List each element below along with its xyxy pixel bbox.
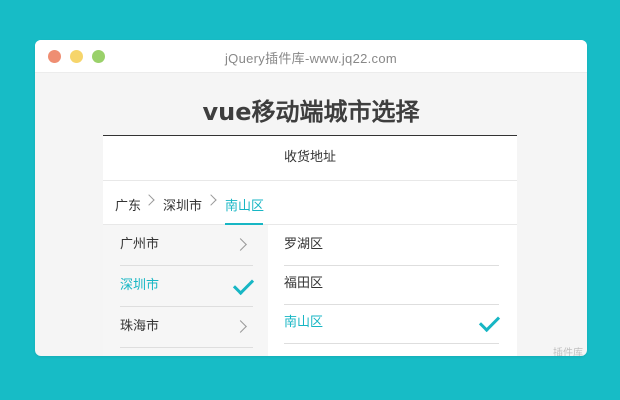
browser-window: jQuery插件库-www.jq22.com vue移动端城市选择 收货地址 广… bbox=[35, 40, 587, 356]
breadcrumb-district[interactable]: 南山区 bbox=[225, 195, 264, 214]
watermark-subtext: 插件库 bbox=[553, 346, 583, 356]
window-title: jQuery插件库-www.jq22.com bbox=[224, 51, 398, 66]
chevron-right-icon bbox=[143, 194, 155, 206]
district-item-label: 罗湖区 bbox=[284, 237, 324, 252]
district-item-nanshan[interactable]: 南山区 bbox=[284, 303, 501, 344]
district-item-label: 福田区 bbox=[284, 276, 324, 291]
city-picker-panel: 收货地址 广东 深圳市 南山区 广州市 深圳市 珠海市 罗湖区 福田区 南山区 bbox=[103, 135, 517, 356]
city-item-label: 广州市 bbox=[120, 237, 160, 252]
check-icon bbox=[232, 273, 255, 296]
city-item-label: 深圳市 bbox=[120, 278, 160, 293]
district-item-luohu[interactable]: 罗湖区 bbox=[284, 225, 499, 266]
city-list: 广州市 深圳市 珠海市 bbox=[103, 225, 268, 356]
district-item-label: 南山区 bbox=[284, 315, 324, 330]
city-item-shenzhen[interactable]: 深圳市 bbox=[120, 266, 255, 307]
district-list: 罗湖区 福田区 南山区 bbox=[268, 225, 517, 356]
chevron-right-icon bbox=[234, 238, 247, 251]
check-icon bbox=[478, 310, 501, 333]
breadcrumb-city[interactable]: 深圳市 bbox=[163, 195, 202, 214]
picker-columns: 广州市 深圳市 珠海市 罗湖区 福田区 南山区 bbox=[103, 225, 517, 356]
breadcrumb-province[interactable]: 广东 bbox=[115, 195, 141, 214]
chevron-right-icon bbox=[205, 194, 217, 206]
district-item-futian[interactable]: 福田区 bbox=[284, 264, 499, 305]
city-item-guangzhou[interactable]: 广州市 bbox=[120, 225, 253, 266]
jquery-watermark-logo: jQuery 插件库 bbox=[497, 346, 587, 356]
city-item-label: 珠海市 bbox=[120, 319, 160, 334]
window-titlebar: jQuery插件库-www.jq22.com bbox=[35, 40, 587, 73]
chevron-right-icon bbox=[234, 320, 247, 333]
city-item-zhuhai[interactable]: 珠海市 bbox=[120, 307, 253, 348]
picker-header: 收货地址 bbox=[103, 136, 517, 181]
page-title: vue移动端城市选择 bbox=[202, 98, 420, 126]
breadcrumb: 广东 深圳市 南山区 bbox=[103, 181, 517, 225]
